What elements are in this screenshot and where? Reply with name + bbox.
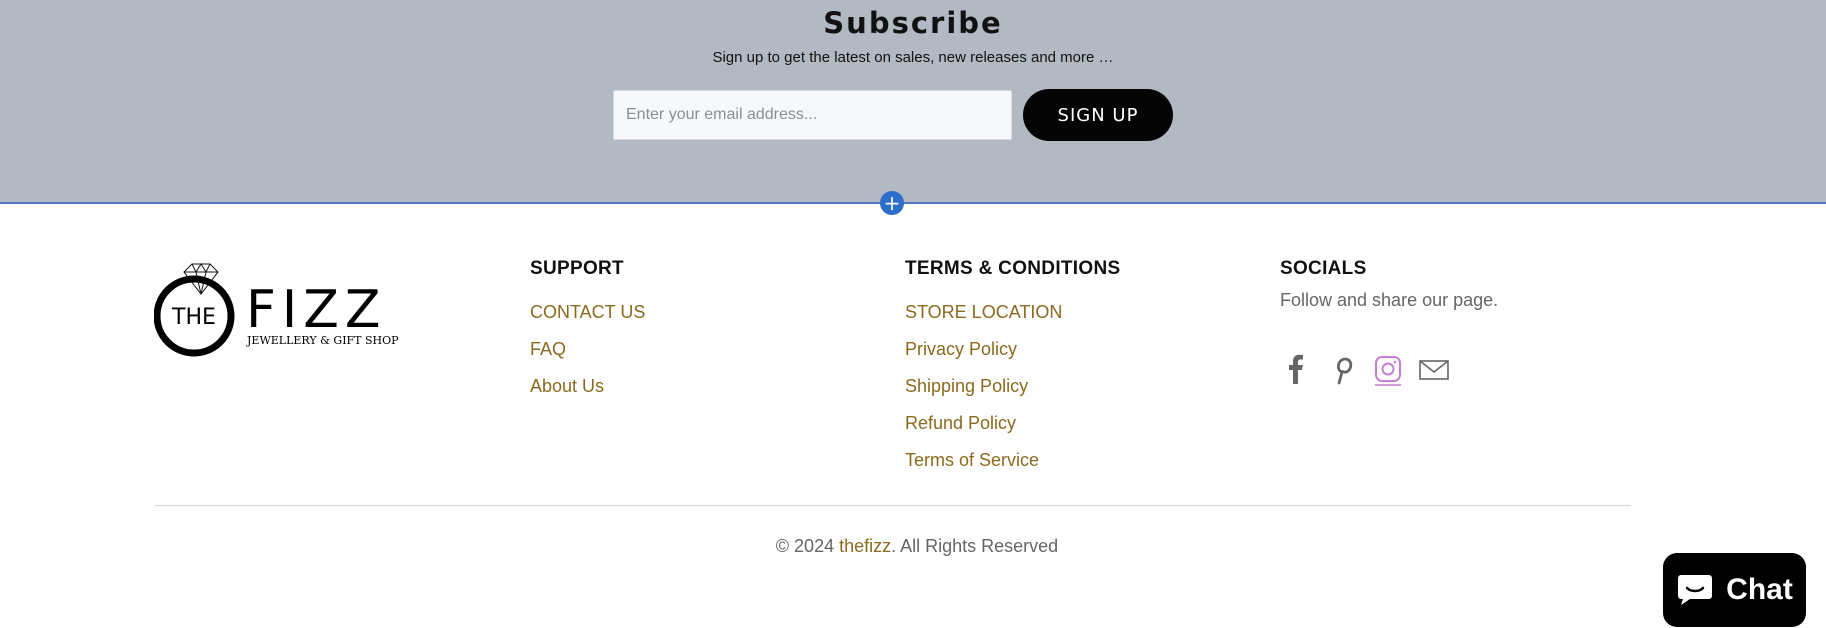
facebook-icon[interactable] [1280,352,1312,386]
terms-heading: TERMS & CONDITIONS [905,258,1121,279]
socials-heading: SOCIALS [1280,258,1367,279]
signup-button[interactable]: SIGN UP [1023,89,1173,141]
logo-name: FIZZ [246,280,387,340]
store-logo[interactable]: THE FIZZ JEWELLERY & GIFT SHOP [154,254,419,359]
email-input[interactable] [613,90,1012,140]
footer-divider [155,505,1631,506]
brand-link[interactable]: thefizz [839,536,891,556]
chat-bubble-icon [1678,575,1713,605]
instagram-icon[interactable] [1372,352,1404,386]
pinterest-icon[interactable] [1326,352,1358,386]
store-location-link[interactable]: STORE LOCATION [905,302,1120,339]
chat-button[interactable]: Chat [1663,553,1806,627]
subscribe-subtitle: Sign up to get the latest on sales, new … [712,49,1114,66]
copyright-prefix: © 2024 [775,536,840,556]
subscribe-title: Subscribe [823,6,1003,40]
shipping-policy-link[interactable]: Shipping Policy [905,376,1120,413]
support-links: CONTACT US FAQ About Us [530,302,645,413]
terms-column: TERMS & CONDITIONS STORE LOCATION Privac… [905,258,1120,487]
logo-the: THE [171,305,216,330]
socials-column: SOCIALS Follow and share our page. [1280,258,1498,311]
faq-link[interactable]: FAQ [530,339,645,376]
support-heading: SUPPORT [530,258,624,279]
add-section-button[interactable]: + [880,191,904,215]
refund-policy-link[interactable]: Refund Policy [905,413,1120,450]
email-icon[interactable] [1418,352,1450,386]
subscribe-section: Subscribe Sign up to get the latest on s… [0,0,1826,203]
socials-text: Follow and share our page. [1280,290,1499,310]
terms-of-service-link[interactable]: Terms of Service [905,450,1120,487]
copyright-suffix: . All Rights Reserved [891,536,1059,556]
social-icons [1280,352,1450,386]
logo-tagline: JEWELLERY & GIFT SHOP [246,334,399,347]
chat-label: Chat [1726,573,1793,606]
terms-links: STORE LOCATION Privacy Policy Shipping P… [905,302,1120,487]
about-us-link[interactable]: About Us [530,376,645,413]
contact-us-link[interactable]: CONTACT US [530,302,645,339]
section-divider [0,202,1826,204]
copyright: © 2024 thefizz. All Rights Reserved [0,536,1826,557]
privacy-policy-link[interactable]: Privacy Policy [905,339,1120,376]
support-column: SUPPORT CONTACT US FAQ About Us [530,258,645,413]
